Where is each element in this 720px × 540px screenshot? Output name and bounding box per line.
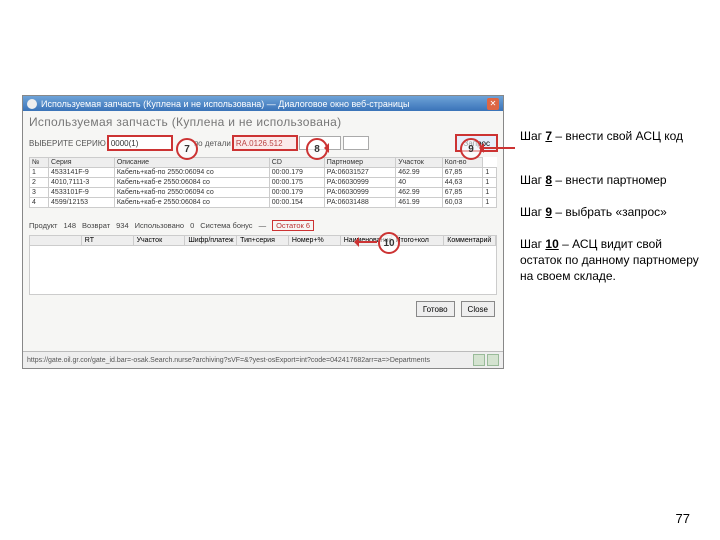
sum-return-val: 934 xyxy=(116,221,129,230)
series-label: ВЫБЕРИТЕ СЕРИЮ xyxy=(29,139,106,148)
step-7: Шаг 7 – внести свой АСЦ код xyxy=(520,128,705,144)
table-row[interactable]: 34533101F-9Кабель+каб-по 2550:06094 со00… xyxy=(30,188,497,198)
page-number: 77 xyxy=(676,511,690,526)
col-header: Серия xyxy=(49,158,115,168)
sum-product-val: 148 xyxy=(64,221,77,230)
sum-rest-label: Остаток xyxy=(276,221,304,230)
col-header: Участок xyxy=(396,158,443,168)
callout-10: 10 xyxy=(378,232,400,254)
lower-col: Комментарий xyxy=(444,236,496,245)
step-10: Шаг 10 – АСЦ видит свой остаток по данно… xyxy=(520,236,705,285)
status-icon-1 xyxy=(473,354,485,366)
lower-col xyxy=(30,236,82,245)
results-table: №СерияОписаниеCDПартномерУчастокКол-во 1… xyxy=(29,157,497,208)
lower-col: Тип+серия xyxy=(237,236,289,245)
table-row[interactable]: 44599/12153Кабель+каб-е 2550:06084 со00:… xyxy=(30,198,497,208)
lower-col: Номер+% xyxy=(289,236,341,245)
step-8: Шаг 8 – внести партномер xyxy=(520,172,705,188)
sum-used-val: 0 xyxy=(190,221,194,230)
sum-product-label: Продукт xyxy=(29,221,58,230)
lower-col: Итого+кол xyxy=(392,236,444,245)
window-title: Используемая запчасть (Куплена и не испо… xyxy=(41,99,409,109)
close-button[interactable]: Close xyxy=(461,301,495,317)
ok-button[interactable]: Готово xyxy=(416,301,455,317)
sum-bonus-val: — xyxy=(259,221,267,230)
sum-return-label: Возврат xyxy=(82,221,110,230)
filter-row: ВЫБЕРИТЕ СЕРИЮ 0000(1) по детали RA.0126… xyxy=(23,133,503,155)
status-icons xyxy=(473,354,499,366)
col-header: Партномер xyxy=(324,158,395,168)
sum-rest-val: 6 xyxy=(306,221,310,230)
app-window: Используемая запчасть (Куплена и не испо… xyxy=(22,95,504,369)
page-heading: Используемая запчасть (Куплена и не испо… xyxy=(23,111,503,133)
lower-col: RT xyxy=(82,236,134,245)
status-url: https://gate.oil.gr.cor/gate_id.bar=-osa… xyxy=(27,357,430,364)
col-header: № xyxy=(30,158,49,168)
aux-input-2[interactable] xyxy=(343,136,369,150)
titlebar: Используемая запчасть (Куплена и не испо… xyxy=(23,96,503,111)
col-header: Кол-во xyxy=(442,158,483,168)
window-icon xyxy=(27,99,37,109)
table-row[interactable]: 24010,7111-3Кабель+каб-е 2550:06084 со00… xyxy=(30,178,497,188)
table-row[interactable]: 14533141F-9Кабель+каб-по 2550:06094 со00… xyxy=(30,168,497,178)
callout-7: 7 xyxy=(176,138,198,160)
lower-col: Шифр/платеж xyxy=(185,236,237,245)
status-icon-2 xyxy=(487,354,499,366)
dialog-buttons: Готово Close xyxy=(23,297,503,321)
partno-label: по детали xyxy=(194,139,231,148)
status-bar: https://gate.oil.gr.cor/gate_id.bar=-osa… xyxy=(23,351,503,368)
lower-col: Участок xyxy=(134,236,186,245)
sum-used-label: Использовано xyxy=(135,221,184,230)
asc-code-input[interactable]: 0000(1) xyxy=(108,136,172,150)
summary-row: Продукт 148 Возврат 934 Использовано 0 Сист… xyxy=(23,218,503,233)
lower-grid: RTУчастокШифр/платежТип+серияНомер+%Наим… xyxy=(29,235,497,295)
col-header: Описание xyxy=(114,158,269,168)
partnumber-input[interactable]: RA.0126.512 xyxy=(233,136,297,150)
sum-bonus-label: Система бонус xyxy=(200,221,252,230)
close-icon[interactable]: ✕ xyxy=(487,98,499,110)
step-9: Шаг 9 – выбрать «запрос» xyxy=(520,204,705,220)
